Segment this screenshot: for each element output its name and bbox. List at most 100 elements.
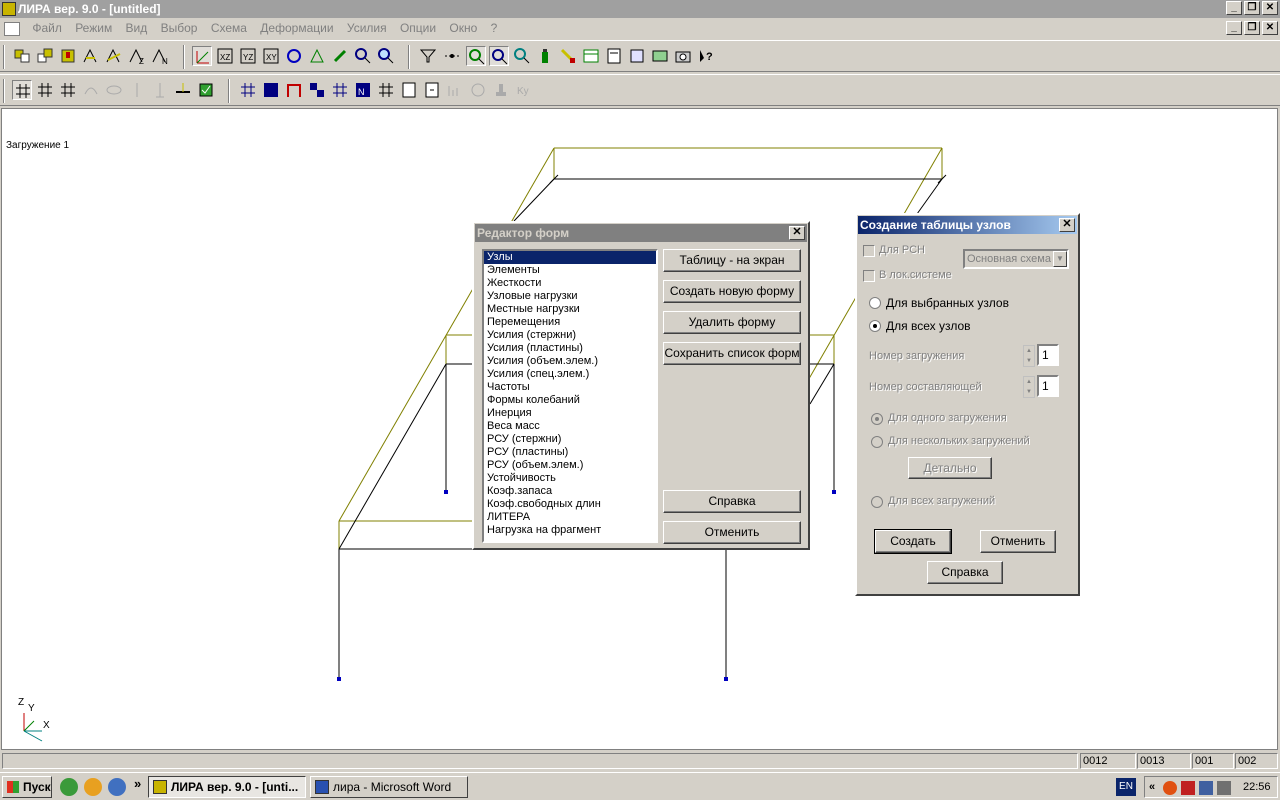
arc-icon[interactable]: [81, 80, 101, 100]
forms-list-item[interactable]: ЛИТЕРА: [484, 511, 656, 524]
rotate-icon[interactable]: [284, 46, 304, 66]
form-editor-cancel-button[interactable]: Отменить: [663, 521, 801, 544]
forms-list-item[interactable]: Узлы: [484, 251, 656, 264]
one-load-radio[interactable]: [871, 413, 883, 425]
beam-icon[interactable]: [173, 80, 193, 100]
menu-file[interactable]: Файл: [27, 18, 67, 38]
mdi-close-button[interactable]: ✕: [1262, 21, 1278, 35]
forms-list-item[interactable]: Местные нагрузки: [484, 303, 656, 316]
shell-icon[interactable]: [104, 80, 124, 100]
grid-frame-icon[interactable]: [35, 80, 55, 100]
camera-icon[interactable]: [673, 46, 693, 66]
document-edit-icon[interactable]: [604, 46, 624, 66]
quicklaunch-icon-3[interactable]: [108, 778, 126, 796]
disk-icon[interactable]: [468, 80, 488, 100]
forms-list-item[interactable]: Коэф.свободных длин: [484, 498, 656, 511]
zoom-out-icon[interactable]: [489, 46, 509, 66]
menu-deformations[interactable]: Деформации: [255, 18, 338, 38]
restore-button[interactable]: ❐: [1244, 1, 1260, 15]
zoom-icon[interactable]: [353, 46, 373, 66]
coefficient-icon[interactable]: Ky: [514, 80, 534, 100]
forms-list-item[interactable]: Элементы: [484, 264, 656, 277]
numbering-icon[interactable]: N: [353, 80, 373, 100]
forms-list-item[interactable]: Усилия (пластины): [484, 342, 656, 355]
create-button[interactable]: Создать: [874, 529, 952, 554]
tray-icon-2[interactable]: [1181, 781, 1195, 795]
start-button[interactable]: Пуск: [2, 776, 52, 798]
mdi-restore-button[interactable]: ❐: [1244, 21, 1260, 35]
page-icon[interactable]: [422, 80, 442, 100]
load-z-icon[interactable]: Z: [127, 46, 147, 66]
mdi-minimize-button[interactable]: _: [1226, 21, 1242, 35]
frame-red-icon[interactable]: [284, 80, 304, 100]
tray-icon-1[interactable]: [1163, 781, 1177, 795]
axes-xy-icon[interactable]: [192, 46, 212, 66]
filter-icon[interactable]: [418, 46, 438, 66]
all-nodes-radio[interactable]: [869, 320, 881, 332]
form-editor-close-icon[interactable]: ✕: [789, 226, 805, 240]
table-icon[interactable]: [581, 46, 601, 66]
stats-icon[interactable]: [445, 80, 465, 100]
forms-list-item[interactable]: Веса масс: [484, 420, 656, 433]
save-form-list-button[interactable]: Сохранить список форм: [663, 342, 801, 365]
selected-nodes-radio[interactable]: [869, 297, 881, 309]
print-preview-icon[interactable]: [650, 46, 670, 66]
several-loads-radio[interactable]: [871, 436, 883, 448]
forms-listbox[interactable]: Узлы Элементы Жесткости Узловые нагрузки Мес…: [482, 249, 658, 543]
forms-list-item[interactable]: Жесткости: [484, 277, 656, 290]
quicklaunch-icon-1[interactable]: [60, 778, 78, 796]
create-form-button[interactable]: Создать новую форму: [663, 280, 801, 303]
mesh-icon[interactable]: [238, 80, 258, 100]
forms-list-item[interactable]: Усилия (стержни): [484, 329, 656, 342]
load-number-spinner[interactable]: ▲ ▼: [1023, 345, 1035, 367]
zoom-window-icon[interactable]: [512, 46, 532, 66]
projection-xy-icon[interactable]: XY: [261, 46, 281, 66]
forms-list-item[interactable]: РСУ (пластины): [484, 446, 656, 459]
forms-list-item[interactable]: Устойчивость: [484, 472, 656, 485]
bottle-icon[interactable]: [535, 46, 555, 66]
local-system-checkbox[interactable]: [863, 270, 875, 282]
export-icon[interactable]: [627, 46, 647, 66]
grid-icon[interactable]: [12, 80, 32, 100]
chevron-down-icon[interactable]: ▼: [1053, 251, 1067, 267]
forms-list-item[interactable]: Частоты: [484, 381, 656, 394]
pile-icon[interactable]: [150, 80, 170, 100]
load-n-icon[interactable]: N: [150, 46, 170, 66]
blocks-icon[interactable]: [307, 80, 327, 100]
assemble-icon[interactable]: [35, 46, 55, 66]
forms-list-item[interactable]: Инерция: [484, 407, 656, 420]
sheet-icon[interactable]: [399, 80, 419, 100]
node-table-cancel-button[interactable]: Отменить: [980, 530, 1056, 553]
menu-mode[interactable]: Режим: [70, 18, 117, 38]
task-word[interactable]: лира - Microsoft Word: [310, 776, 468, 798]
load-number-input[interactable]: 1: [1037, 344, 1059, 366]
projection-xz-icon[interactable]: XZ: [215, 46, 235, 66]
document-icon[interactable]: [4, 21, 20, 36]
language-indicator[interactable]: EN: [1116, 778, 1136, 796]
quicklaunch-icon-2[interactable]: [84, 778, 102, 796]
menu-select[interactable]: Выбор: [156, 18, 203, 38]
node-table-close-icon[interactable]: ✕: [1059, 218, 1075, 232]
red-flag-icon[interactable]: [58, 46, 78, 66]
forms-list-item[interactable]: РСУ (объем.элем.): [484, 459, 656, 472]
copy-scheme-icon[interactable]: [12, 46, 32, 66]
load-x-icon[interactable]: [104, 46, 124, 66]
forms-list-item[interactable]: Перемещения: [484, 316, 656, 329]
delete-form-button[interactable]: Удалить форму: [663, 311, 801, 334]
menu-scheme[interactable]: Схема: [206, 18, 252, 38]
forms-list-item[interactable]: Усилия (спец.элем.): [484, 368, 656, 381]
minimize-button[interactable]: _: [1226, 1, 1242, 15]
component-number-input[interactable]: 1: [1037, 375, 1059, 397]
projection-yz-icon[interactable]: YZ: [238, 46, 258, 66]
column-icon[interactable]: [127, 80, 147, 100]
tray-network-icon[interactable]: [1199, 781, 1213, 795]
forms-list-item[interactable]: Узловые нагрузки: [484, 290, 656, 303]
select-frame-icon[interactable]: [307, 46, 327, 66]
all-loads-radio[interactable]: [871, 496, 883, 508]
forms-list-item[interactable]: РСУ (стержни): [484, 433, 656, 446]
tray-volume-icon[interactable]: [1217, 781, 1231, 795]
menu-options[interactable]: Опции: [395, 18, 441, 38]
form-editor-help-button[interactable]: Справка: [663, 490, 801, 513]
tray-chevron-icon[interactable]: «: [1149, 777, 1155, 797]
stamp-icon[interactable]: [491, 80, 511, 100]
